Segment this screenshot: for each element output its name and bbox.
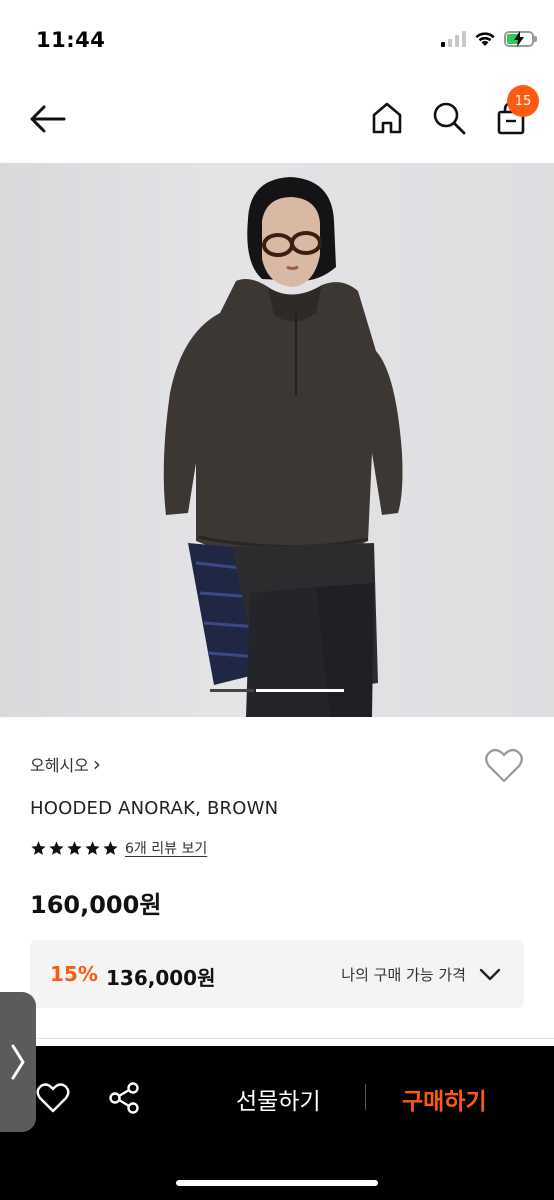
home-indicator <box>176 1180 378 1186</box>
discount-label: 나의 구매 가능 가격 <box>341 966 466 984</box>
star-icon <box>85 840 100 855</box>
heart-icon[interactable] <box>484 747 524 785</box>
chevron-right-icon <box>11 1044 25 1080</box>
discount-box[interactable]: 15% 136,000원 나의 구매 가능 가격 <box>30 940 524 1008</box>
star-icon <box>31 840 46 855</box>
discount-price: 136,000원 <box>106 966 216 990</box>
chevron-down-icon[interactable] <box>478 962 502 986</box>
status-time: 11:44 <box>36 28 106 52</box>
star-icon <box>103 840 118 855</box>
arrow-left-icon[interactable] <box>28 102 68 136</box>
search-icon[interactable] <box>430 99 468 137</box>
status-bar: 11:44 <box>0 0 554 80</box>
bottom-action-bar: 선물하기 구매하기 <box>0 1046 554 1200</box>
image-pager <box>210 689 344 692</box>
model-illustration <box>163 177 403 717</box>
cart-count-badge: 15 <box>507 85 539 117</box>
gift-button[interactable]: 선물하기 <box>236 1082 321 1116</box>
battery-charging-icon <box>504 30 537 47</box>
divider <box>365 1084 366 1110</box>
chevron-right-icon: › <box>92 752 101 776</box>
pager-active <box>210 689 254 692</box>
share-icon[interactable] <box>106 1080 142 1116</box>
nav-bar <box>0 80 554 162</box>
pager-inactive <box>256 689 344 692</box>
discount-rate: 15% <box>50 962 98 986</box>
rating-row: 6개 리뷰 보기 <box>30 838 207 858</box>
wifi-icon <box>475 32 495 46</box>
buy-button[interactable]: 구매하기 <box>402 1082 487 1116</box>
divider <box>0 1038 554 1039</box>
signal-icon <box>441 30 466 47</box>
product-price: 160,000원 <box>30 891 162 919</box>
rating-stars <box>30 840 119 857</box>
brand-name: 오헤시오 <box>30 756 89 775</box>
home-icon[interactable] <box>368 99 406 137</box>
product-photo[interactable] <box>0 163 554 717</box>
star-icon <box>49 840 64 855</box>
side-drawer-handle[interactable] <box>0 992 36 1132</box>
star-icon <box>67 840 82 855</box>
brand-link[interactable]: 오헤시오 › <box>30 752 101 776</box>
product-name: HOODED ANORAK, BROWN <box>30 798 279 819</box>
review-link[interactable]: 6개 리뷰 보기 <box>125 838 207 858</box>
heart-icon[interactable] <box>36 1082 70 1114</box>
status-icons <box>441 30 537 47</box>
